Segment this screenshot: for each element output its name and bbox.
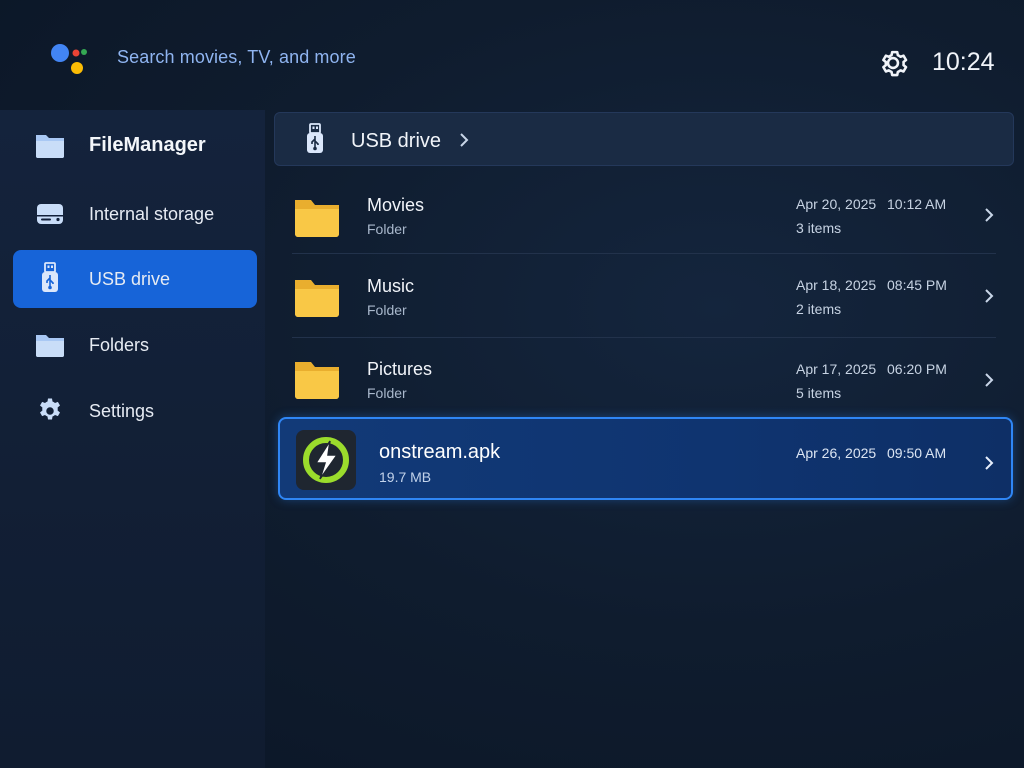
tv-screen: Search movies, TV, and more 10:24 FileMa… — [0, 0, 1024, 768]
file-time: 06:20 PM — [887, 361, 947, 377]
file-name: Pictures — [367, 359, 433, 379]
file-type: Folder — [367, 221, 407, 237]
chevron-right-icon — [985, 289, 994, 303]
file-row-onstream-apk[interactable]: onstream.apk 19.7 MB Apr 26, 2025 09:50 … — [278, 417, 1013, 500]
chevron-right-icon — [985, 373, 994, 387]
sidebar-item-internal-storage[interactable]: Internal storage — [13, 185, 257, 243]
file-row-music[interactable]: Music Folder Apr 18, 2025 08:45 PM 2 ite… — [280, 267, 996, 331]
breadcrumb-label: USB drive — [351, 130, 442, 152]
top-bar: Search movies, TV, and more 10:24 — [0, 0, 1024, 110]
row-divider — [292, 337, 996, 338]
file-name: Music — [367, 276, 415, 296]
sidebar-item-label: Internal storage — [89, 203, 215, 224]
sidebar-item-label: Folders — [89, 334, 150, 355]
gear-icon[interactable] — [876, 46, 910, 80]
file-row-pictures[interactable]: Pictures Folder Apr 17, 2025 06:20 PM 5 … — [280, 351, 996, 415]
onstream-app-icon — [296, 430, 356, 490]
file-date: Apr 17, 2025 — [796, 361, 877, 377]
file-time: 10:12 AM — [887, 196, 947, 212]
file-row-movies[interactable]: Movies Folder Apr 20, 2025 10:12 AM 3 it… — [280, 186, 996, 250]
folder-icon — [295, 280, 339, 317]
chevron-right-icon — [985, 456, 994, 470]
breadcrumb[interactable]: USB drive — [274, 112, 1014, 166]
item-count: 5 items — [796, 385, 842, 401]
folder-icon — [295, 200, 339, 237]
file-name: onstream.apk — [379, 441, 501, 463]
search-input[interactable]: Search movies, TV, and more — [117, 47, 356, 68]
sidebar-item-label: Settings — [89, 400, 155, 421]
row-divider — [292, 253, 996, 254]
usb-icon — [307, 123, 323, 153]
file-date: Apr 26, 2025 — [796, 445, 877, 461]
sidebar-item-usb-drive[interactable]: USB drive — [13, 250, 257, 308]
file-type: Folder — [367, 385, 407, 401]
file-name: Movies — [367, 195, 425, 215]
chevron-right-icon — [985, 208, 994, 222]
usb-icon — [33, 262, 67, 296]
file-type: Folder — [367, 302, 407, 318]
sidebar-item-label: USB drive — [89, 268, 171, 289]
chevron-right-icon — [460, 133, 469, 147]
folder-icon — [295, 362, 339, 399]
item-count: 2 items — [796, 301, 842, 317]
file-time: 09:50 AM — [887, 445, 947, 461]
gear-icon — [33, 394, 67, 428]
folder-icon — [33, 328, 67, 362]
sidebar-item-label: FileManager — [89, 133, 206, 156]
file-size: 19.7 MB — [379, 469, 432, 485]
file-time: 08:45 PM — [887, 277, 947, 293]
clock: 10:24 — [932, 48, 995, 76]
google-assistant-icon[interactable] — [48, 40, 92, 80]
hard-drive-icon — [33, 197, 67, 231]
sidebar: FileManager Internal storage USB drive F… — [0, 110, 265, 768]
sidebar-item-folders[interactable]: Folders — [13, 316, 257, 374]
file-date: Apr 18, 2025 — [796, 277, 877, 293]
file-date: Apr 20, 2025 — [796, 196, 877, 212]
sidebar-item-settings[interactable]: Settings — [13, 382, 257, 440]
item-count: 3 items — [796, 220, 842, 236]
sidebar-item-filemanager[interactable]: FileManager — [13, 116, 257, 174]
folder-icon — [33, 128, 67, 162]
